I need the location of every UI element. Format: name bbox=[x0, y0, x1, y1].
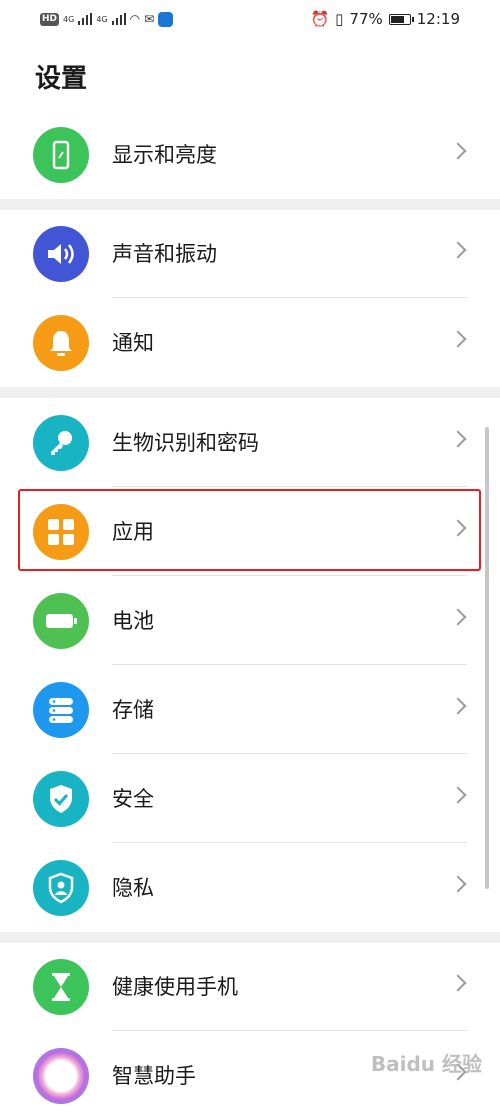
speaker-icon bbox=[33, 226, 89, 282]
settings-item-notifications[interactable]: 通知 bbox=[0, 299, 500, 387]
chevron-right-icon bbox=[449, 786, 467, 804]
battery-icon bbox=[388, 13, 414, 25]
phone-display-icon bbox=[33, 127, 89, 183]
row-divider bbox=[112, 664, 467, 665]
shield-check-icon bbox=[33, 771, 89, 827]
wifi-icon: ◠ bbox=[129, 12, 141, 26]
storage-icon bbox=[33, 682, 89, 738]
settings-item-battery[interactable]: 电池 bbox=[0, 577, 500, 665]
chevron-right-icon bbox=[449, 241, 467, 259]
scrollbar[interactable] bbox=[485, 427, 489, 889]
baidu-watermark: Baidu 经验 bbox=[370, 1052, 482, 1076]
status-bar-left: HD 4G 4G ◠ ✉ bbox=[40, 9, 174, 29]
bell-icon bbox=[33, 315, 89, 371]
settings-item-label: 电池 bbox=[112, 609, 154, 633]
settings-item-digital-balance[interactable]: 健康使用手机 bbox=[0, 943, 500, 1031]
settings-item-storage[interactable]: 存储 bbox=[0, 666, 500, 754]
group-separator bbox=[0, 932, 500, 943]
vibrate-icon: ▯ bbox=[335, 10, 344, 28]
settings-item-label: 安全 bbox=[112, 787, 154, 811]
chevron-right-icon bbox=[449, 430, 467, 448]
highlight-box bbox=[18, 489, 481, 571]
settings-item-label: 智慧助手 bbox=[112, 1064, 196, 1088]
settings-item-label: 健康使用手机 bbox=[112, 975, 238, 999]
settings-item-label: 显示和亮度 bbox=[112, 143, 217, 167]
status-bar-right: ⏰ ▯ 77% 12:19 bbox=[310, 9, 460, 29]
hd-badge: HD bbox=[40, 12, 60, 26]
clock: 12:19 bbox=[416, 10, 460, 28]
row-divider bbox=[112, 842, 467, 843]
notification-icon: ✉ bbox=[144, 12, 155, 26]
assistant-icon bbox=[33, 1048, 89, 1104]
row-divider bbox=[112, 297, 467, 298]
chevron-right-icon bbox=[449, 142, 467, 160]
settings-item-label: 隐私 bbox=[112, 876, 154, 900]
signal-strength-icon bbox=[78, 13, 93, 25]
page-title: 设置 bbox=[35, 64, 88, 94]
settings-item-label: 存储 bbox=[112, 698, 154, 722]
row-divider bbox=[112, 1030, 467, 1031]
status-bar: HD 4G 4G ◠ ✉ ⏰ ▯ 77% 12:19 bbox=[0, 0, 500, 38]
settings-item-label: 生物识别和密码 bbox=[112, 431, 259, 455]
battery-icon bbox=[33, 593, 89, 649]
network-type-1: 4G bbox=[63, 14, 75, 24]
settings-item-sound[interactable]: 声音和振动 bbox=[0, 210, 500, 298]
row-divider bbox=[112, 486, 467, 487]
settings-item-privacy[interactable]: 隐私 bbox=[0, 844, 500, 932]
settings-item-label: 声音和振动 bbox=[112, 242, 217, 266]
settings-item-display[interactable]: 显示和亮度 bbox=[0, 111, 500, 199]
chevron-right-icon bbox=[449, 974, 467, 992]
settings-item-security[interactable]: 安全 bbox=[0, 755, 500, 843]
signal-strength-icon bbox=[111, 13, 126, 25]
chevron-right-icon bbox=[449, 330, 467, 348]
group-separator bbox=[0, 387, 500, 398]
settings-item-label: 通知 bbox=[112, 331, 154, 355]
alarm-icon: ⏰ bbox=[310, 10, 330, 28]
network-type-2: 4G bbox=[96, 14, 108, 24]
settings-item-biometrics[interactable]: 生物识别和密码 bbox=[0, 399, 500, 487]
app-notification-icon bbox=[158, 11, 174, 27]
chevron-right-icon bbox=[449, 875, 467, 893]
group-separator bbox=[0, 199, 500, 210]
privacy-shield-icon bbox=[33, 860, 89, 916]
battery-percent: 77% bbox=[349, 10, 383, 28]
row-divider bbox=[112, 575, 467, 576]
hourglass-icon bbox=[33, 959, 89, 1015]
chevron-right-icon bbox=[449, 608, 467, 626]
chevron-right-icon bbox=[449, 697, 467, 715]
key-icon bbox=[33, 415, 89, 471]
row-divider bbox=[112, 753, 467, 754]
